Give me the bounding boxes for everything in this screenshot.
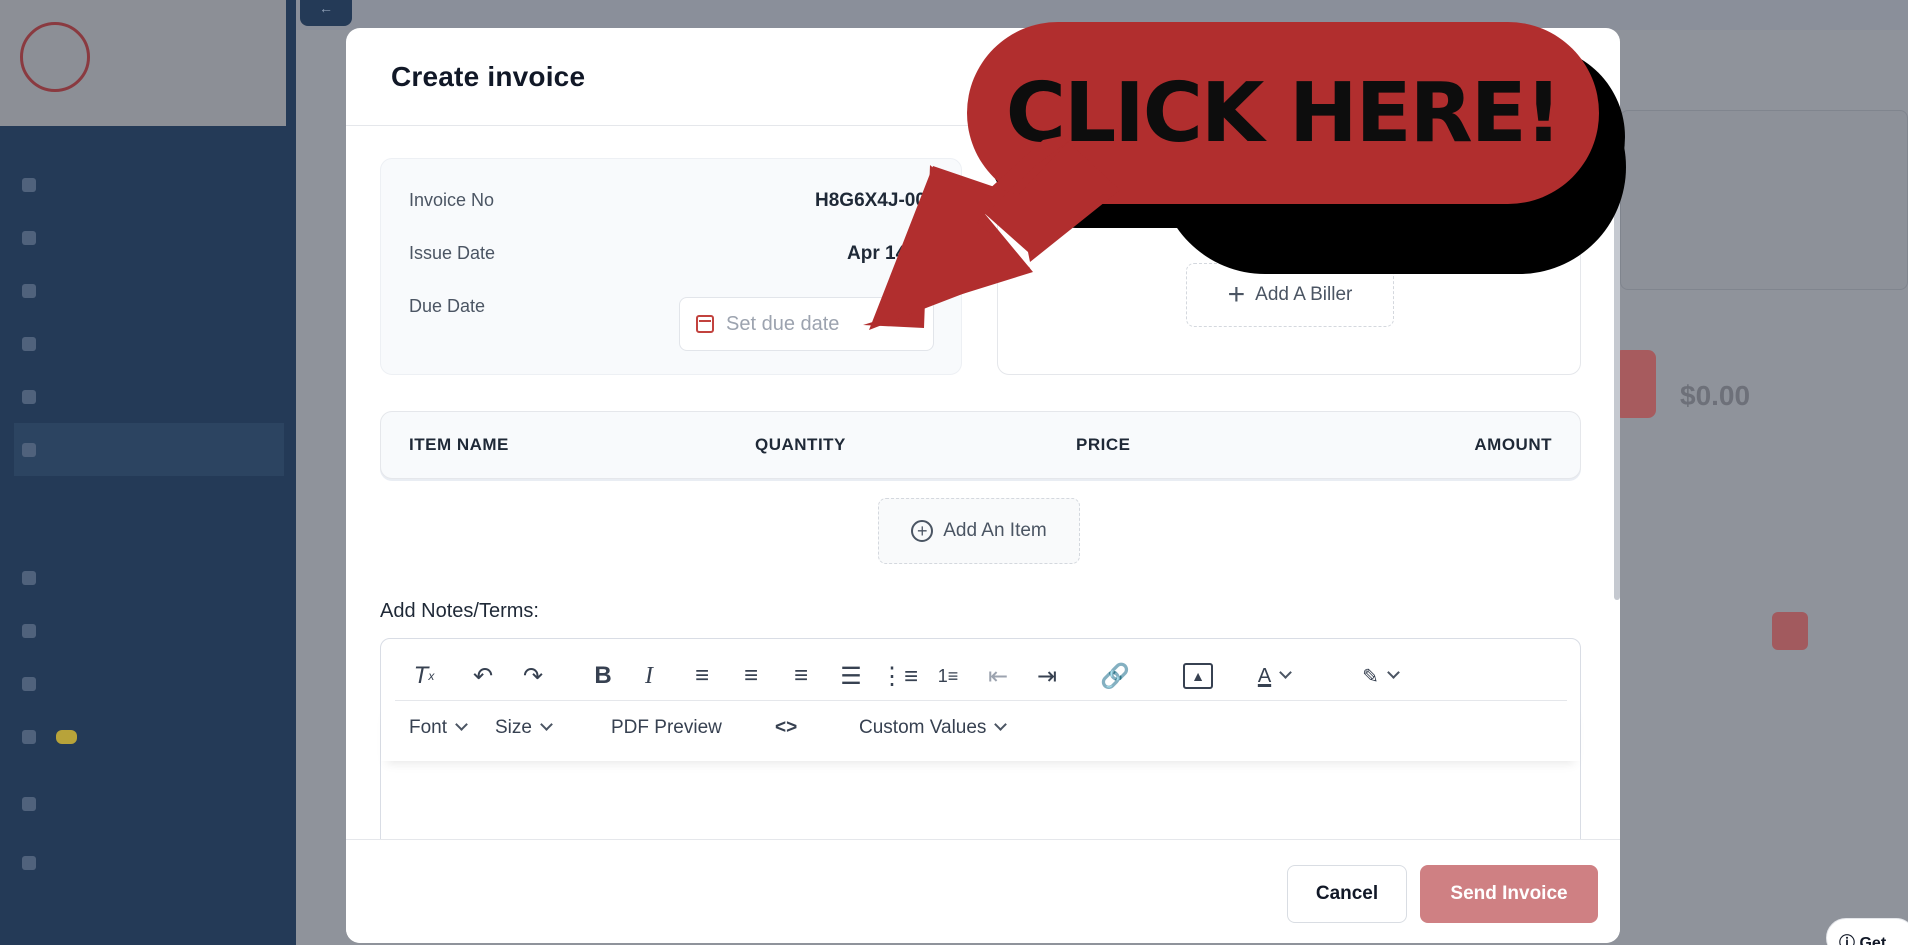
invoice-info-box: Invoice No H8G6X4J-00 Issue Date Apr 14,… [380,158,962,375]
image-icon[interactable]: ▲ [1183,663,1213,689]
send-invoice-button[interactable]: Send Invoice [1420,865,1598,923]
sidebar-collapse-button: ← [300,0,352,26]
align-left-icon[interactable]: ≡ [689,661,715,691]
size-label: Size [495,717,532,738]
plus-icon: + [1227,278,1246,311]
invoice-no-value: H8G6X4J-00 [815,190,926,211]
undo-icon[interactable]: ↶ [469,661,497,691]
editor-toolbar-secondary: Font Size PDF Preview <> Custom Values [381,701,1580,761]
plus-circle-icon: + [911,520,934,542]
sidebar-item [14,604,284,657]
align-right-icon[interactable]: ≡ [788,661,814,691]
help-chip[interactable]: ⓘ Get [1826,918,1908,945]
justify-icon[interactable]: ☰ [838,661,864,691]
redo-icon[interactable]: ↷ [519,661,547,691]
column-price: PRICE [1076,435,1131,454]
help-icon: ⓘ [1839,935,1856,945]
invoice-no-label: Invoice No [409,190,495,210]
bullet-list-icon[interactable]: ⋮≡ [880,661,918,691]
clear-format-icon[interactable]: Tx [409,661,439,691]
background-page-button [1772,612,1808,650]
custom-values-label: Custom Values [859,717,987,738]
editor-toolbar: Tx ↶ ↷ B I ≡ ≡ ≡ ☰ ⋮≡ 1≡ ⇤ ⇥ 🔗 ▲ A ✎ [395,653,1567,701]
add-item-label: Add An Item [943,520,1047,541]
font-dropdown[interactable]: Font [409,717,468,739]
pdf-preview-button[interactable]: PDF Preview [611,717,722,739]
chevron-down-icon [540,718,553,731]
sidebar-item-active [14,423,284,476]
sidebar-item [14,264,284,317]
calendar-icon [696,315,714,333]
items-table-header: ITEM NAME QUANTITY PRICE AMOUNT [380,411,1581,479]
size-dropdown[interactable]: Size [495,717,553,739]
background-amount: $0.00 [1680,380,1751,411]
sidebar-item [14,211,284,264]
add-item-button[interactable]: + Add An Item [878,498,1080,564]
highlight-icon[interactable]: ✎ [1355,661,1405,691]
sidebar-item [14,777,284,830]
link-icon[interactable]: 🔗 [1100,661,1130,691]
app-sidebar [0,0,296,945]
column-quantity: QUANTITY [755,435,846,454]
due-date-input[interactable]: Set due date [679,297,934,351]
bold-icon[interactable]: B [591,661,615,691]
text-color-icon[interactable]: A [1249,661,1299,691]
column-amount: AMOUNT [1474,435,1552,454]
modal-footer: Cancel Send Invoice [346,839,1620,943]
chevron-down-icon [994,718,1008,731]
sidebar-item [14,158,284,211]
custom-values-dropdown[interactable]: Custom Values [859,717,1008,739]
sidebar-nav [14,158,284,889]
sidebar-item [14,551,284,604]
align-center-icon[interactable]: ≡ [738,661,764,691]
logo-mark [20,22,90,92]
sidebar-item [14,317,284,370]
new-badge [56,729,78,744]
app-logo [0,0,286,126]
chevron-down-icon [455,718,468,731]
column-item-name: ITEM NAME [409,435,509,454]
background-status-icon [1614,350,1656,418]
sidebar-item [14,657,284,710]
add-biller-label: Add A Biller [1255,284,1353,305]
click-here-callout: CLICK HERE! [967,22,1599,204]
issue-date-value: Apr 14, 2 [847,243,928,264]
notes-label: Add Notes/Terms: [380,600,539,622]
due-date-placeholder: Set due date [726,312,840,335]
indent-icon[interactable]: ⇥ [1033,661,1061,691]
code-view-button[interactable]: <> [775,717,797,739]
font-label: Font [409,717,448,738]
cancel-button[interactable]: Cancel [1287,865,1407,923]
help-chip-label: Get [1859,935,1887,945]
numbered-list-icon[interactable]: 1≡ [934,661,962,691]
due-date-label: Due Date [409,296,486,316]
italic-icon[interactable]: I [639,661,659,691]
issue-date-label: Issue Date [409,243,496,263]
modal-title: Create invoice [391,60,586,92]
callout-text: CLICK HERE! [1005,65,1562,161]
sidebar-item [14,710,284,763]
outdent-icon[interactable]: ⇤ [984,661,1012,691]
sidebar-item [14,836,284,889]
background-card [1620,110,1908,290]
sidebar-item [14,370,284,423]
